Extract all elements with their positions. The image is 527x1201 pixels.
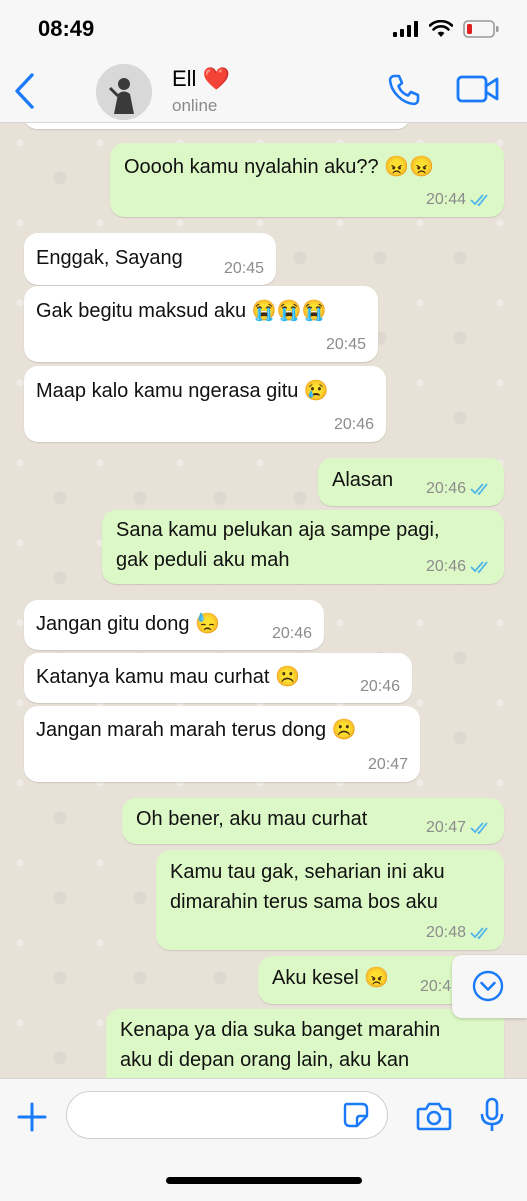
microphone-icon[interactable] bbox=[478, 1097, 506, 1133]
message-bubble[interactable]: Oh bener, aku mau curhat 20:47 bbox=[122, 798, 504, 844]
chat-header: Ell ❤️ online bbox=[0, 58, 527, 123]
message-text: Gak begitu maksud aku 😭😭😭 bbox=[36, 300, 327, 322]
message-meta: 20:46 bbox=[426, 558, 492, 576]
message-bubble[interactable]: Sana kamu pelukan aja sampe pagi, gak pe… bbox=[102, 510, 504, 584]
message-time: 20:44 bbox=[425, 191, 466, 208]
wifi-icon bbox=[429, 20, 453, 37]
message-text: Kamu tau gak, seharian ini aku dimarahin… bbox=[170, 861, 445, 913]
message-meta: 20:47 bbox=[426, 819, 492, 837]
status-bar: 08:49 bbox=[0, 0, 527, 58]
message-bubble[interactable]: Katanya kamu mau curhat ☹️ 20:46 bbox=[24, 653, 412, 703]
signal-icon bbox=[393, 21, 418, 37]
message-bubble[interactable]: Kamu tau gak, seharian ini aku dimarahin… bbox=[156, 850, 504, 950]
scroll-to-bottom-button[interactable] bbox=[452, 955, 527, 1018]
double-check-icon bbox=[470, 927, 488, 940]
message-time: 20:47 bbox=[425, 819, 466, 836]
contact-name[interactable]: Ell ❤️ bbox=[172, 66, 230, 92]
status-icons bbox=[393, 20, 499, 38]
message-text: Jangan gitu dong 😓 bbox=[36, 613, 220, 635]
message-bubble[interactable]: Enggak, Sayang 20:45 bbox=[24, 233, 276, 285]
message-bubble[interactable]: Ooooh kamu nyalahin aku?? 😠😠 20:44 bbox=[110, 143, 504, 217]
message-bubble[interactable]: Gak begitu maksud aku 😭😭😭 20:45 bbox=[24, 286, 378, 362]
plus-icon[interactable] bbox=[16, 1101, 48, 1133]
message-text: Jangan marah marah terus dong ☹️ bbox=[36, 719, 357, 741]
message-time: 20:45 bbox=[325, 336, 366, 353]
message-time: 20:4 bbox=[420, 978, 452, 995]
double-check-icon bbox=[470, 194, 488, 207]
home-indicator bbox=[166, 1177, 362, 1184]
message-time: 20:47 bbox=[367, 756, 408, 773]
message-time: 20:45 bbox=[223, 260, 264, 277]
camera-icon[interactable] bbox=[416, 1101, 452, 1131]
message-text: Maap kalo kamu ngerasa gitu 😢 bbox=[36, 380, 329, 402]
message-text: Aku kesel 😠 bbox=[272, 967, 390, 989]
video-icon[interactable] bbox=[456, 74, 500, 104]
contact-status: online bbox=[172, 96, 218, 115]
status-time: 08:49 bbox=[38, 16, 95, 41]
battery-icon bbox=[463, 20, 499, 38]
message-text: Kenapa ya dia suka banget marahin aku di… bbox=[120, 1019, 441, 1071]
message-time: 20:46 bbox=[271, 625, 312, 642]
message-text: Alasan bbox=[332, 469, 394, 491]
back-chevron-icon[interactable] bbox=[12, 72, 36, 110]
message-text: Katanya kamu mau curhat ☹️ bbox=[36, 666, 300, 688]
message-input[interactable] bbox=[66, 1091, 388, 1139]
message-meta: 20:48 bbox=[426, 924, 492, 942]
double-check-icon bbox=[470, 561, 488, 574]
message-bubble[interactable]: Jangan gitu dong 😓 20:46 bbox=[24, 600, 324, 650]
message-time: 20:46 bbox=[425, 480, 466, 497]
message-time: 20:46 bbox=[333, 416, 374, 433]
avatar-image bbox=[96, 64, 152, 120]
contact-avatar[interactable] bbox=[96, 64, 152, 120]
message-text: Enggak, Sayang bbox=[36, 247, 183, 269]
message-text: Sana kamu pelukan aja sampe pagi, gak pe… bbox=[116, 519, 440, 571]
phone-icon[interactable] bbox=[386, 72, 422, 108]
message-meta: 20:4 bbox=[420, 978, 451, 996]
message-meta: 20:46 bbox=[426, 480, 492, 498]
message-text: Oh bener, aku mau curhat bbox=[136, 808, 368, 830]
message-text: Ooooh kamu nyalahin aku?? 😠😠 bbox=[124, 156, 434, 178]
partial-message-bubble bbox=[24, 123, 410, 129]
message-bubble[interactable]: Kenapa ya dia suka banget marahin aku di… bbox=[106, 1009, 504, 1078]
message-bubble[interactable]: Alasan 20:46 bbox=[318, 458, 504, 506]
chat-area[interactable]: Ooooh kamu nyalahin aku?? 😠😠 20:44 Engga… bbox=[0, 123, 527, 1078]
message-meta: 20:44 bbox=[426, 191, 492, 209]
chevron-down-icon bbox=[472, 970, 504, 1002]
double-check-icon bbox=[470, 483, 488, 496]
message-bubble[interactable]: Maap kalo kamu ngerasa gitu 😢 20:46 bbox=[24, 366, 386, 442]
message-time: 20:46 bbox=[425, 558, 466, 575]
message-time: 20:48 bbox=[425, 924, 466, 941]
sticker-icon[interactable] bbox=[342, 1101, 370, 1129]
message-bubble[interactable]: Jangan marah marah terus dong ☹️ 20:47 bbox=[24, 706, 420, 782]
double-check-icon bbox=[470, 822, 488, 835]
message-time: 20:46 bbox=[359, 678, 400, 695]
